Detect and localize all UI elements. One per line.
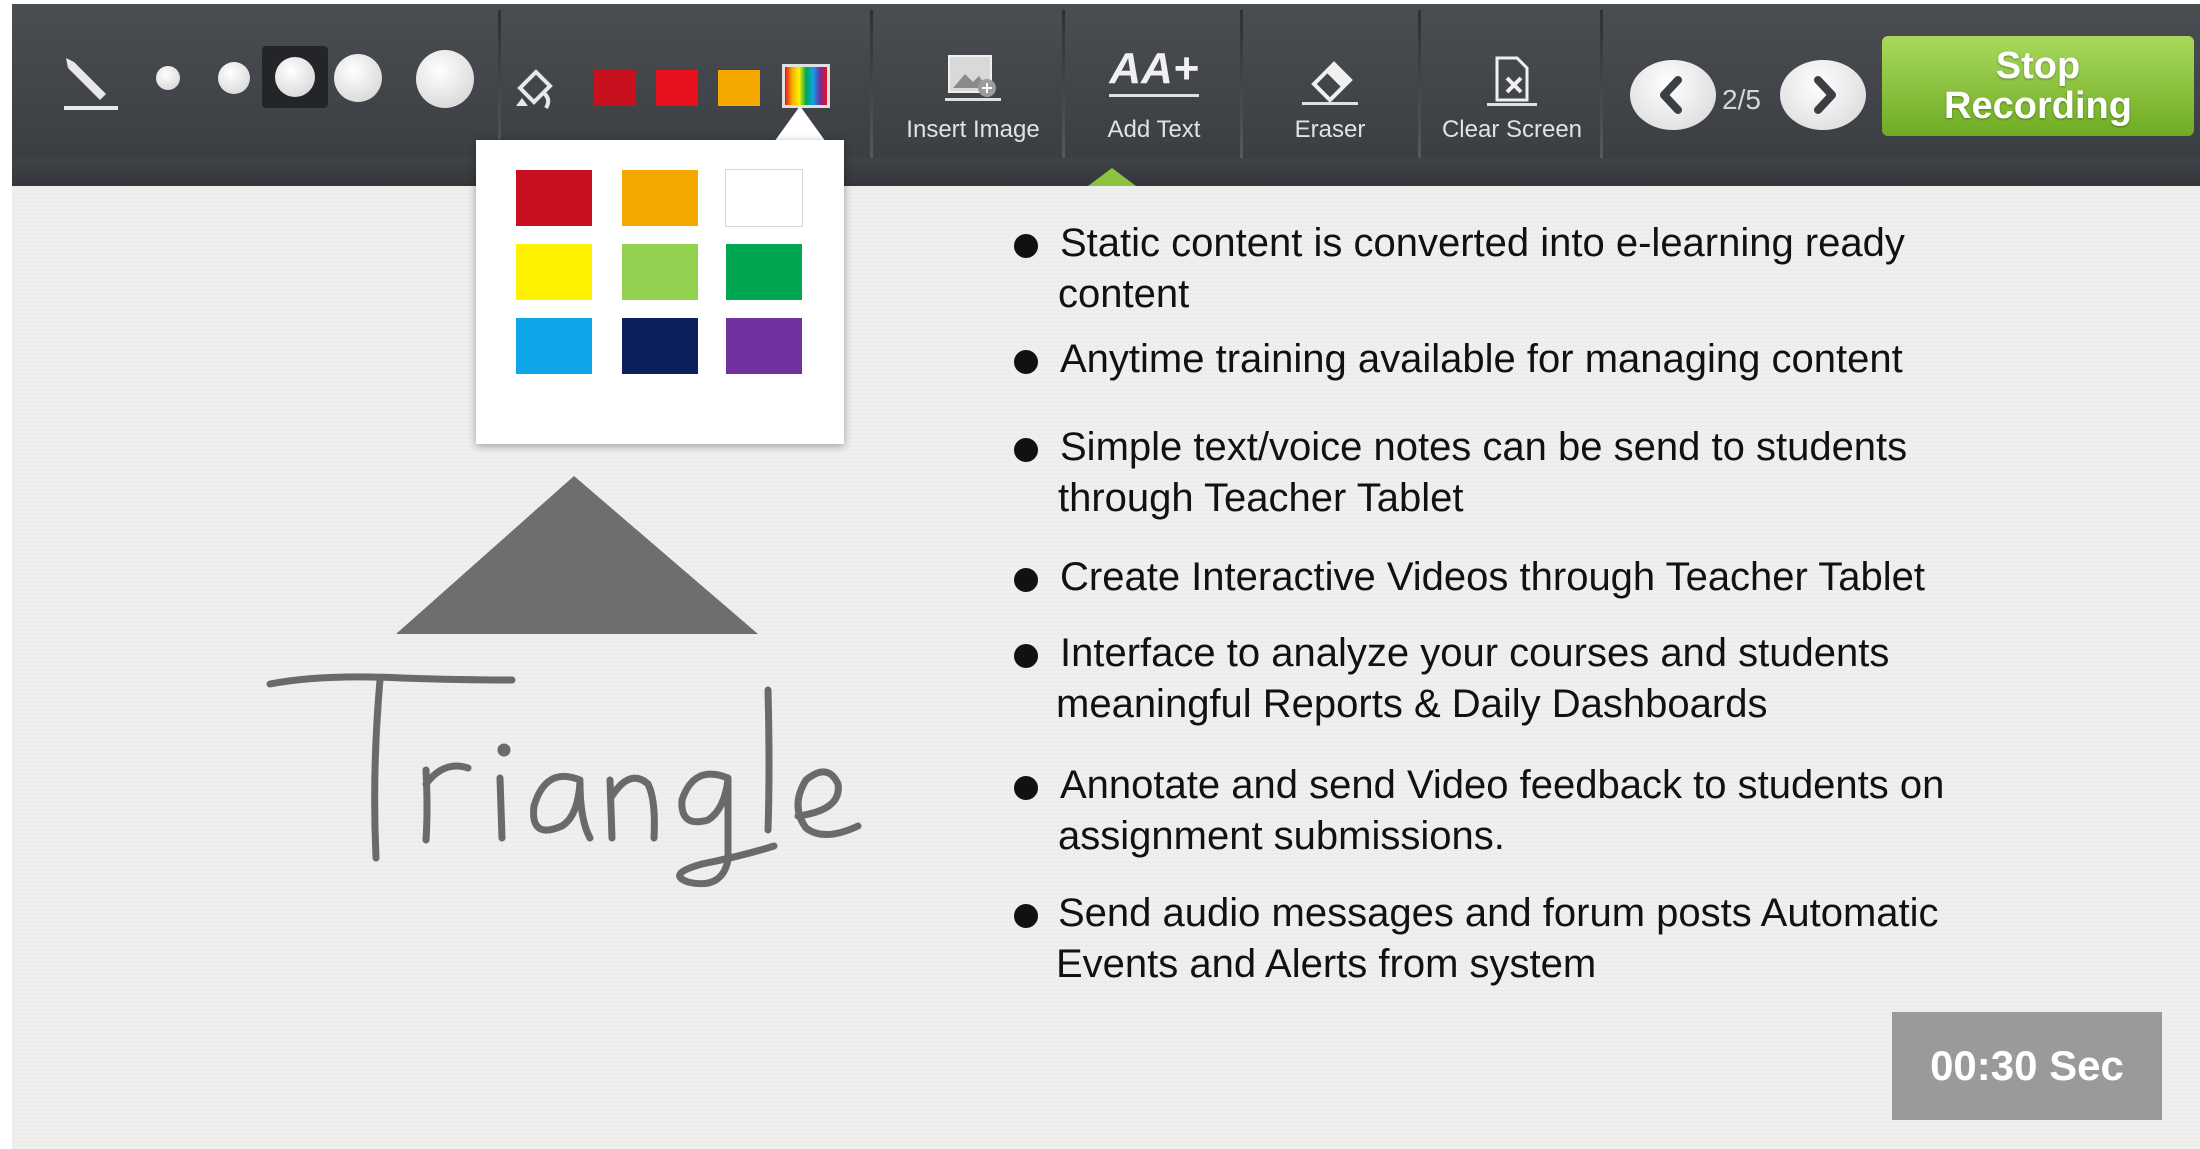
bullet-dot [1014, 568, 1038, 592]
clear-screen-label: Clear Screen [1441, 116, 1583, 143]
bullet-dot [1014, 438, 1038, 462]
bullet-1-line2: content [1058, 272, 1190, 316]
toolbar-divider [498, 10, 501, 160]
palette-color-navy[interactable] [622, 318, 698, 374]
recording-timer: 00:30 Sec [1892, 1012, 2162, 1120]
bullet-2-line1: Anytime training available for managing … [1060, 337, 1903, 381]
palette-color-white[interactable] [725, 169, 803, 227]
toolbar: Insert Image AA+ Add Text Eraser Clear S… [12, 4, 2200, 160]
pen-size-large[interactable] [334, 54, 382, 102]
add-text-icon: AA+ [1109, 44, 1199, 97]
bullet-7-line2: Events and Alerts from system [1056, 942, 1597, 986]
pen-tool-button[interactable] [56, 48, 126, 118]
color-swatch-dark-red[interactable] [594, 70, 636, 106]
palette-color-yellow[interactable] [516, 244, 592, 300]
bullet-dot [1014, 644, 1038, 668]
stop-recording-label-line2: Recording [1944, 85, 2132, 127]
toolbar-divider [1600, 10, 1603, 160]
eraser-button[interactable]: Eraser [1244, 10, 1416, 160]
next-page-button[interactable] [1780, 60, 1866, 130]
active-tool-indicator [1088, 168, 1136, 186]
bullet-dot [1014, 904, 1038, 928]
highlighter-icon [516, 69, 553, 110]
toolbar-divider [1062, 10, 1065, 160]
insert-image-icon [945, 55, 1001, 101]
pencil-icon [64, 58, 118, 110]
bullet-1-line1: Static content is converted into e-learn… [1060, 221, 1905, 265]
bullet-3-line1: Simple text/voice notes can be send to s… [1060, 425, 1908, 469]
add-text-label: Add Text [1107, 116, 1201, 143]
palette-color-orange[interactable] [622, 170, 698, 226]
bullet-7-line1: Send audio messages and forum posts Auto… [1058, 891, 1939, 935]
color-swatch-orange[interactable] [718, 70, 760, 106]
palette-color-sky-blue[interactable] [516, 318, 592, 374]
bullet-dot [1014, 234, 1038, 258]
bullet-6-line2: assignment submissions. [1058, 814, 1505, 858]
highlighter-tool-button[interactable] [506, 58, 566, 118]
toolbar-divider [1418, 10, 1421, 160]
palette-color-green[interactable] [726, 244, 802, 300]
bullet-dot [1014, 350, 1038, 374]
toolbar-divider [870, 10, 873, 160]
insert-image-button[interactable]: Insert Image [882, 10, 1064, 160]
clear-screen-icon [1487, 56, 1537, 106]
handwritten-triangle-text [266, 673, 862, 888]
palette-color-red[interactable] [516, 170, 592, 226]
insert-image-label: Insert Image [906, 116, 1040, 143]
palette-color-light-green[interactable] [622, 244, 698, 300]
bullet-dot [1014, 776, 1038, 800]
bullet-6-line1: Annotate and send Video feedback to stud… [1060, 763, 1945, 807]
bullet-5-line2: meaningful Reports & Daily Dashboards [1056, 682, 1768, 726]
previous-page-button[interactable] [1630, 60, 1716, 130]
pen-size-extra-large[interactable] [416, 50, 474, 108]
pen-size-medium-selected[interactable] [262, 46, 328, 108]
color-palette-popup [476, 140, 844, 444]
toolbar-divider [1240, 10, 1243, 160]
palette-color-purple[interactable] [726, 318, 802, 374]
stop-recording-button[interactable]: Stop Recording [1882, 36, 2194, 136]
chevron-left-icon [1660, 76, 1682, 114]
color-picker-rainbow-button[interactable] [782, 64, 830, 108]
page-indicator: 2/5 [1722, 84, 1761, 115]
stop-recording-label-line1: Stop [1995, 45, 2081, 87]
bullet-4-line1: Create Interactive Videos through Teache… [1060, 555, 1925, 599]
add-text-button[interactable]: AA+ Add Text [1068, 10, 1240, 160]
pen-size-small[interactable] [218, 62, 250, 94]
pen-size-medium [275, 57, 315, 97]
drawn-triangle-shape [396, 476, 758, 634]
clear-screen-button[interactable]: Clear Screen [1422, 10, 1602, 160]
pen-size-extra-small[interactable] [156, 66, 180, 90]
palette-pointer [774, 106, 826, 142]
chevron-right-icon [1814, 76, 1836, 114]
color-swatch-red[interactable] [656, 70, 698, 106]
bullet-3-line2: through Teacher Tablet [1058, 476, 1464, 520]
bullet-5-line1: Interface to analyze your courses and st… [1060, 631, 1890, 675]
eraser-label: Eraser [1294, 116, 1366, 143]
eraser-icon [1302, 61, 1358, 105]
